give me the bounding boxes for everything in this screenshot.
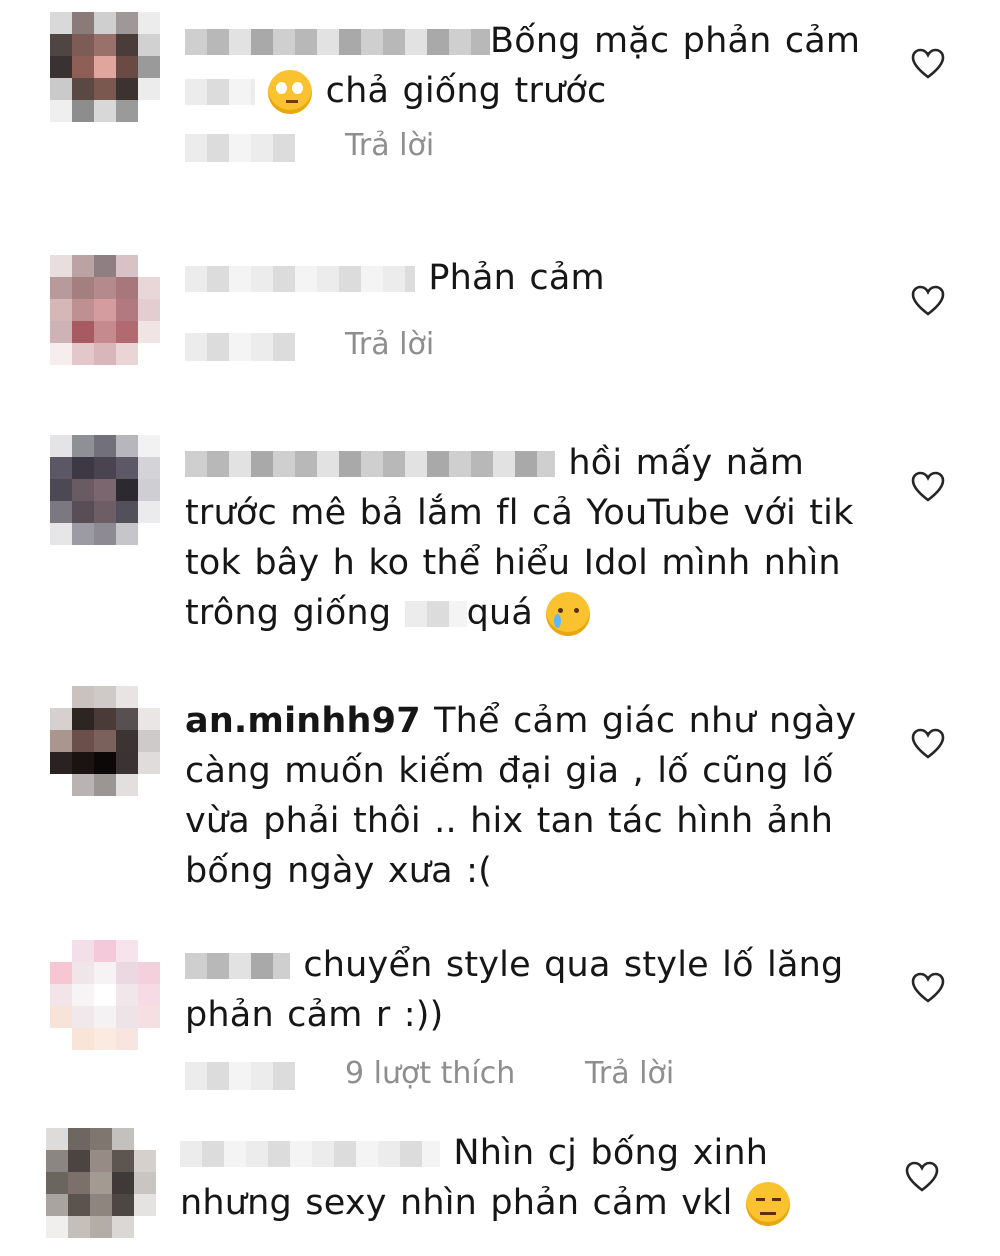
heart-icon[interactable] <box>911 48 945 80</box>
heart-icon[interactable] <box>905 1161 939 1193</box>
crying-face-icon <box>546 592 591 636</box>
reply-button[interactable]: Trả lời <box>585 1056 674 1091</box>
avatar[interactable] <box>50 435 160 545</box>
comment-text: Bống mặc phản cảm chả giống trước <box>185 16 875 116</box>
heart-icon[interactable] <box>911 471 945 503</box>
comment-meta: Trả lời <box>185 321 875 371</box>
avatar[interactable] <box>46 1128 156 1238</box>
blurred-text <box>404 601 467 627</box>
avatar[interactable] <box>50 12 160 122</box>
blurred-username <box>185 953 290 979</box>
comment-meta: Trả lời <box>185 122 875 172</box>
comment-text: an.minhh97 Thể cảm giác như ngày càng mu… <box>185 701 857 891</box>
blurred-timestamp <box>185 1062 295 1090</box>
expressionless-face-icon <box>745 1182 790 1226</box>
comment-text: chuyển style qua style lố lăng phản cảm … <box>185 945 844 1035</box>
blurred-text <box>185 79 255 105</box>
heart-icon[interactable] <box>911 728 945 760</box>
blurred-timestamp <box>185 333 295 361</box>
avatar[interactable] <box>50 255 160 365</box>
avatar[interactable] <box>50 940 160 1050</box>
blurred-username <box>185 451 555 477</box>
avatar[interactable] <box>50 686 160 796</box>
heart-icon[interactable] <box>911 285 945 317</box>
blurred-username <box>185 29 490 55</box>
blurred-username <box>185 266 415 292</box>
comment-username[interactable]: an.minhh97 <box>185 701 421 741</box>
comment-text: Nhìn cj bống xinh nhưng sexy nhìn phản c… <box>180 1128 870 1228</box>
likes-count[interactable]: 9 lượt thích <box>345 1056 515 1091</box>
comment-text: hồi mấy năm trước mê bả lắm fl cả YouTub… <box>185 438 875 638</box>
face-with-rolling-eyes-icon <box>268 70 313 114</box>
comment-text: Phản cảm <box>185 253 875 303</box>
reply-button[interactable]: Trả lời <box>345 327 434 362</box>
blurred-username <box>180 1141 440 1167</box>
blurred-timestamp <box>185 134 295 162</box>
reply-button[interactable]: Trả lời <box>345 128 434 163</box>
comment-meta: 9 lượt thích Trả lời <box>185 1050 875 1100</box>
heart-icon[interactable] <box>911 972 945 1004</box>
